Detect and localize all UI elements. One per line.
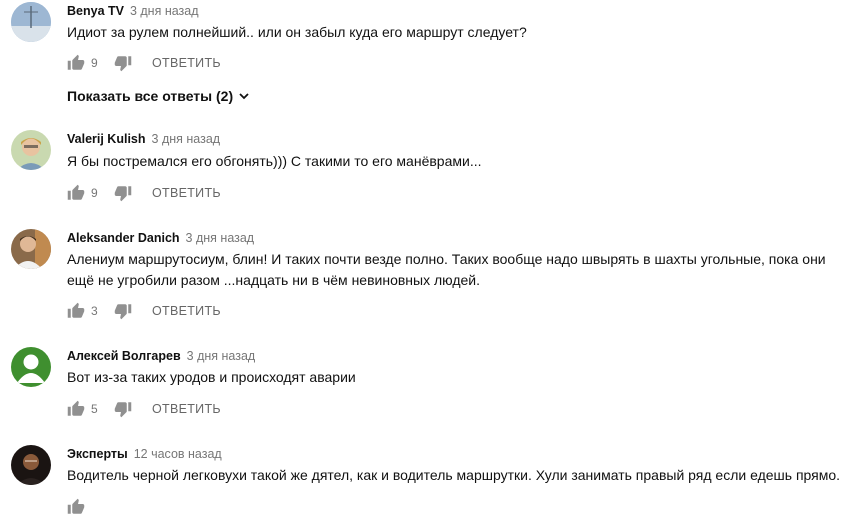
thumbs-down-icon[interactable] <box>114 54 132 72</box>
person-avatar-icon <box>11 130 51 170</box>
thumbs-down-icon[interactable] <box>114 400 132 418</box>
reply-button[interactable]: ОТВЕТИТЬ <box>152 402 221 416</box>
timestamp[interactable]: 3 дня назад <box>152 132 221 146</box>
show-replies-button[interactable]: Показать все ответы (2) <box>67 88 250 104</box>
default-user-avatar-icon <box>11 347 51 387</box>
comment-text: Алениум маршрутосиум, блин! И таких почт… <box>67 249 826 291</box>
comment-text: Я бы пострем­ался его обгонять))) С таки… <box>67 151 481 172</box>
comment-text-line: Вот из-за таких уродов и происходят авар… <box>67 369 356 385</box>
show-replies-label: Показать все ответы (2) <box>67 88 234 104</box>
comment-text: Идиот за рулем полнейший.. или он забыл … <box>67 22 527 43</box>
thumbs-down-icon[interactable] <box>114 302 132 320</box>
timestamp[interactable]: 3 дня назад <box>130 4 199 18</box>
author-name[interactable]: Aleksander Danich <box>67 231 180 245</box>
comment-actions: 9 ОТВЕТИТЬ <box>67 53 221 73</box>
comment-actions: 3 ОТВЕТИТЬ <box>67 301 221 321</box>
author-name[interactable]: Valerij Kulish <box>67 132 146 146</box>
author-name[interactable]: Алексей Волгарев <box>67 349 181 363</box>
person-avatar-icon <box>11 229 51 269</box>
comment-header: Эксперты 12 часов назад <box>67 447 222 461</box>
avatar[interactable] <box>11 130 51 170</box>
comment-text: Водитель черной легковухи такой же дятел… <box>67 465 840 486</box>
thumbs-down-icon[interactable] <box>114 184 132 202</box>
timestamp[interactable]: 12 часов назад <box>134 447 222 461</box>
comment-actions: 9 ОТВЕТИТЬ <box>67 183 221 203</box>
comment-text: Вот из-за таких уродов и происходят авар… <box>67 367 356 388</box>
comment-text-line: Водитель черной легковухи такой же дятел… <box>67 467 841 483</box>
comment-header: Aleksander Danich 3 дня назад <box>67 231 254 245</box>
thumbs-up-icon[interactable] <box>67 184 85 202</box>
timestamp[interactable]: 3 дня назад <box>186 231 255 245</box>
comment-header: Valerij Kulish 3 дня назад <box>67 132 220 146</box>
dark-avatar-icon <box>11 445 51 485</box>
avatar[interactable] <box>11 445 51 485</box>
like-count: 9 <box>91 186 98 200</box>
comment-text-line: Идиот за рулем полнейший.. или он забыл … <box>67 24 527 40</box>
chevron-down-icon <box>239 93 249 100</box>
comment-text-line: ещё не угробили разом ...надцать ни в чё… <box>67 272 481 288</box>
reply-button[interactable]: ОТВЕТИТЬ <box>152 56 221 70</box>
comment-text-line: Алениум маршрутосиум, блин! И таких почт… <box>67 251 826 267</box>
comment-header: Алексей Волгарев 3 дня назад <box>67 349 255 363</box>
author-name[interactable]: Эксперты <box>67 447 128 461</box>
like-count: 5 <box>91 402 98 416</box>
comment-text-line: Я бы пострем­ался его обгонять))) С таки… <box>67 153 482 169</box>
avatar[interactable] <box>11 347 51 387</box>
landscape-avatar-icon <box>11 2 51 42</box>
avatar[interactable] <box>11 2 51 42</box>
comment-actions <box>67 497 107 517</box>
thumbs-up-icon[interactable] <box>67 498 85 516</box>
timestamp[interactable]: 3 дня назад <box>187 349 256 363</box>
thumbs-up-icon[interactable] <box>67 400 85 418</box>
like-count: 3 <box>91 304 98 318</box>
author-name[interactable]: Benya TV <box>67 4 124 18</box>
reply-button[interactable]: ОТВЕТИТЬ <box>152 186 221 200</box>
comment-actions: 5 ОТВЕТИТЬ <box>67 399 221 419</box>
thumbs-up-icon[interactable] <box>67 302 85 320</box>
like-count: 9 <box>91 56 98 70</box>
comment-header: Benya TV 3 дня назад <box>67 4 199 18</box>
reply-button[interactable]: ОТВЕТИТЬ <box>152 304 221 318</box>
avatar[interactable] <box>11 229 51 269</box>
thumbs-up-icon[interactable] <box>67 54 85 72</box>
